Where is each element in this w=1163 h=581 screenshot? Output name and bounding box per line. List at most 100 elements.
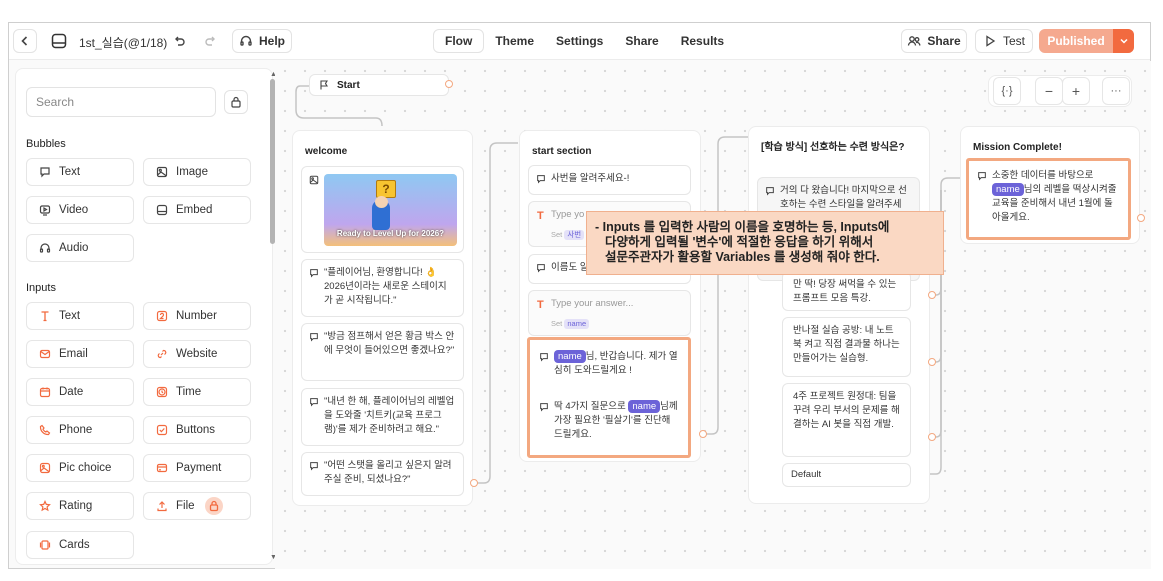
help-button[interactable]: Help bbox=[232, 29, 292, 53]
embed-icon bbox=[156, 204, 168, 216]
more-icon: ··· bbox=[1110, 85, 1122, 97]
block-label: Image bbox=[176, 166, 208, 178]
top-bar: 1st_실습(@1/18) Help Flow Theme Settings S… bbox=[9, 23, 1150, 60]
test-button[interactable]: Test bbox=[975, 29, 1033, 53]
start-label: Start bbox=[337, 79, 360, 91]
zoom-out-button[interactable]: − bbox=[1035, 77, 1063, 105]
project-name[interactable]: 1st_실습(@1/18) bbox=[79, 34, 167, 51]
mail-icon bbox=[39, 349, 51, 359]
tab-flow[interactable]: Flow bbox=[433, 29, 485, 53]
publish-button[interactable]: Published bbox=[1039, 29, 1134, 53]
lock-sidebar-button[interactable] bbox=[224, 90, 248, 114]
default-option[interactable]: Default bbox=[782, 463, 911, 487]
image-bubble[interactable]: ? Ready to Level Up for 2026? bbox=[301, 166, 464, 253]
image-icon bbox=[309, 175, 319, 185]
block-label: Text bbox=[59, 166, 81, 178]
choice-option[interactable]: 4주 프로젝트 원정대: 팀을 꾸려 우리 부서의 문제를 해결하는 AI 봇을… bbox=[782, 383, 911, 457]
annotation-callout: - Inputs 를 입력한 사람의 이름을 호명하는 등, Inputs에 다… bbox=[586, 211, 944, 275]
block-label: Date bbox=[59, 386, 84, 398]
chat-bubble-icon bbox=[537, 175, 545, 184]
test-label: Test bbox=[1002, 34, 1025, 48]
text-cursor-icon: T bbox=[537, 299, 544, 311]
group-title: start section bbox=[532, 146, 592, 157]
redo-icon bbox=[205, 36, 215, 46]
chat-bubble-icon bbox=[537, 264, 545, 273]
input-email-block[interactable]: Email bbox=[26, 340, 134, 368]
start-connector[interactable] bbox=[445, 80, 453, 88]
text-bubble[interactable]: "내년 한 해, 플레이어님의 레벨업을 도와줄 '치트키(교육 프로그램)'를… bbox=[301, 388, 464, 446]
play-icon bbox=[986, 35, 996, 47]
welcome-connector[interactable] bbox=[470, 479, 478, 487]
start-node[interactable]: Start bbox=[309, 74, 449, 96]
option-connector[interactable] bbox=[928, 433, 936, 441]
bubble-embed-block[interactable]: Embed bbox=[143, 196, 251, 224]
cards-icon bbox=[39, 540, 51, 550]
publish-dropdown-button[interactable] bbox=[1113, 29, 1134, 53]
chat-bubble-icon bbox=[40, 167, 50, 178]
option-connector[interactable] bbox=[928, 291, 936, 299]
input-cards-block[interactable]: Cards bbox=[26, 531, 134, 559]
project-icon[interactable] bbox=[51, 33, 67, 52]
input-placeholder: Type your answer... bbox=[551, 298, 634, 309]
input-phone-block[interactable]: Phone bbox=[26, 416, 134, 444]
tab-results[interactable]: Results bbox=[670, 29, 735, 53]
message-text: 이름도 알 bbox=[551, 262, 589, 273]
bubble-video-block[interactable]: Video bbox=[26, 196, 134, 224]
callout-line: 설문주관자가 활용할 Variables 를 생성해 줘야 한다. bbox=[605, 250, 880, 264]
star-icon bbox=[39, 500, 51, 512]
choice-option[interactable]: 만 딱! 당장 써먹을 수 있는 프롬프트 모음 특강. bbox=[782, 271, 911, 311]
bubble-image-block[interactable]: Image bbox=[143, 158, 251, 186]
text-bubble[interactable]: "어떤 스탯을 올리고 싶은지 알려주실 준비, 되셨나요?" bbox=[301, 452, 464, 496]
option-connector[interactable] bbox=[928, 358, 936, 366]
tab-share[interactable]: Share bbox=[614, 29, 669, 53]
tab-theme[interactable]: Theme bbox=[484, 29, 545, 53]
variable-chip[interactable]: 사번 bbox=[564, 230, 585, 240]
bubble-text-block[interactable]: Text bbox=[26, 158, 134, 186]
callout-line: 다양하게 입력될 '변수'에 적절한 응답을 하기 위해서 bbox=[605, 235, 874, 249]
share-button[interactable]: Share bbox=[901, 29, 967, 53]
input-rating-block[interactable]: Rating bbox=[26, 492, 134, 520]
message-text: "플레이어님, 환영합니다! 👌 2026년이라는 새로운 스테이지가 곧 시작… bbox=[324, 267, 447, 306]
search-input[interactable]: Search bbox=[26, 87, 216, 117]
start-section-connector[interactable] bbox=[699, 430, 707, 438]
undo-icon bbox=[175, 36, 185, 46]
text-bubble[interactable]: "방금 점프해서 얻은 황금 박스 안에 무엇이 들어있으면 좋겠나요?" bbox=[301, 323, 464, 381]
text-bubble[interactable]: "플레이어님, 환영합니다! 👌 2026년이라는 새로운 스테이지가 곧 시작… bbox=[301, 259, 464, 317]
phone-icon bbox=[39, 424, 51, 436]
mission-connector[interactable] bbox=[1137, 214, 1145, 222]
group-title: Mission Complete! bbox=[973, 142, 1062, 153]
text-bubble[interactable]: 사번을 알려주세요-! bbox=[528, 165, 691, 195]
braces-icon: {·} bbox=[1001, 85, 1013, 97]
back-button[interactable] bbox=[13, 29, 37, 53]
bubbles-section-title: Bubbles bbox=[26, 138, 66, 150]
bubble-audio-block[interactable]: Audio bbox=[26, 234, 134, 262]
input-file-block[interactable]: File bbox=[143, 492, 251, 520]
input-time-block[interactable]: Time bbox=[143, 378, 251, 406]
input-number-block[interactable]: Number bbox=[143, 302, 251, 330]
variables-button[interactable]: {·} bbox=[993, 77, 1021, 105]
input-website-block[interactable]: Website bbox=[143, 340, 251, 368]
text-input-block[interactable]: T Type your answer... Set name bbox=[528, 290, 691, 336]
undo-button[interactable] bbox=[167, 29, 191, 53]
input-buttons-block[interactable]: Buttons bbox=[143, 416, 251, 444]
variable-chip[interactable]: name bbox=[564, 319, 590, 329]
flag-icon bbox=[320, 80, 328, 90]
input-pic-choice-block[interactable]: Pic choice bbox=[26, 454, 134, 482]
zoom-in-button[interactable]: + bbox=[1062, 77, 1090, 105]
group-title: welcome bbox=[305, 146, 348, 157]
choice-option[interactable]: 반나절 실습 공방: 내 노트북 켜고 직접 결과물 하나는 만들어가는 실습형… bbox=[782, 317, 911, 377]
tab-settings[interactable]: Settings bbox=[545, 29, 614, 53]
more-options-button[interactable]: ··· bbox=[1102, 77, 1130, 105]
block-label: Buttons bbox=[176, 424, 215, 436]
publish-label: Published bbox=[1047, 34, 1105, 48]
redo-button[interactable] bbox=[199, 29, 223, 53]
option-text: 4주 프로젝트 원정대: 팀을 꾸려 우리 부서의 문제를 해결하는 AI 봇을… bbox=[793, 391, 900, 430]
group-title: [학습 방식] 선호하는 수련 방식은? bbox=[761, 142, 905, 153]
image-caption: Ready to Level Up for 2026? bbox=[336, 229, 445, 238]
input-payment-block[interactable]: Payment bbox=[143, 454, 251, 482]
block-label: Website bbox=[176, 348, 218, 360]
input-placeholder: Type yo bbox=[551, 209, 585, 220]
chat-bubble-icon bbox=[766, 187, 774, 196]
input-text-block[interactable]: Text bbox=[26, 302, 134, 330]
input-date-block[interactable]: Date bbox=[26, 378, 134, 406]
